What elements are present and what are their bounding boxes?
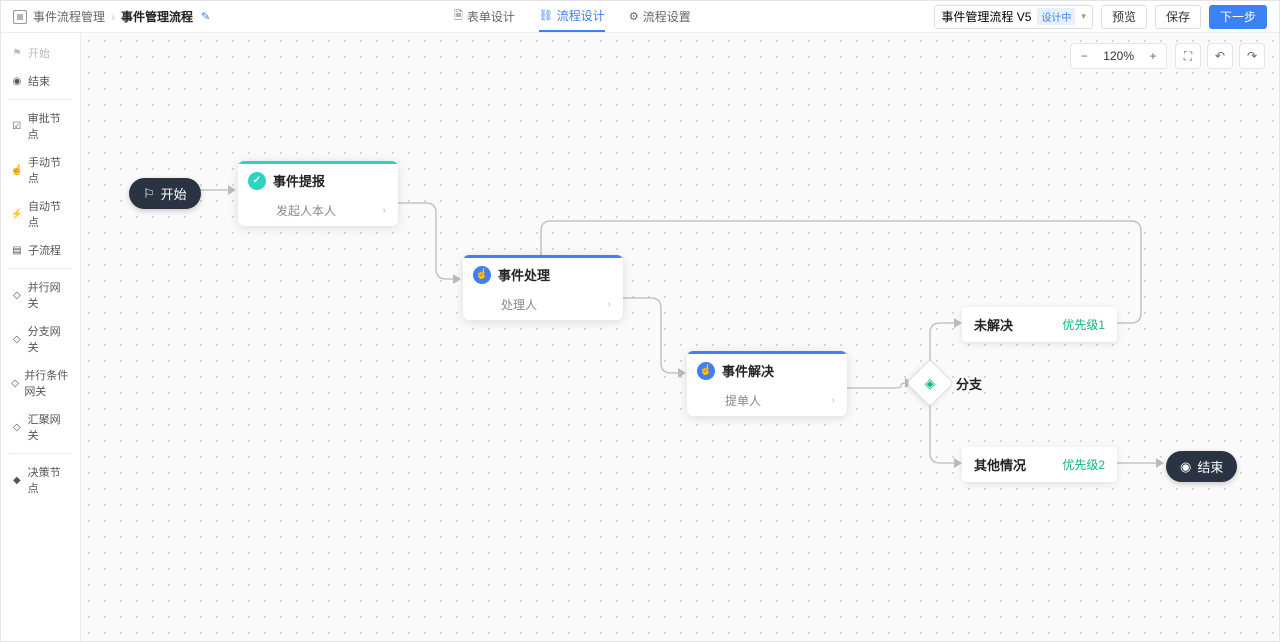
zoom-control: − 120% + [1070,43,1167,69]
undo-button[interactable]: ↶ [1207,43,1233,69]
target-icon: ◉ [11,75,23,87]
palette-branch[interactable]: ◇分支网关 [1,317,80,361]
palette-parallel-cond[interactable]: ◇并行条件网关 [1,361,80,405]
branch-other[interactable]: 其他情况 优先级2 [962,447,1117,482]
tab-form-design[interactable]: 🗎表单设计 [454,1,515,32]
save-button[interactable]: 保存 [1155,5,1201,29]
breadcrumb: ▦ 事件流程管理 › 事件管理流程 ✎ [13,8,210,25]
palette-subflow[interactable]: ▤子流程 [1,236,80,264]
palette-approval[interactable]: ☑审批节点 [1,104,80,148]
hand-icon: ☝ [473,266,491,284]
redo-button[interactable]: ↷ [1239,43,1265,69]
chevron-down-icon: ▾ [1081,11,1086,22]
node-event-handle[interactable]: ☝事件处理 处理人› [463,255,623,320]
diamond-icon: ◆ [11,474,23,486]
flow-canvas[interactable]: − 120% + ⛶ ↶ ↷ ⚐开始 [81,33,1279,641]
palette-decision[interactable]: ◆决策节点 [1,458,80,502]
auto-icon: ⚡ [11,208,23,220]
breadcrumb-root[interactable]: 事件流程管理 [33,8,105,25]
zoom-in-button[interactable]: + [1140,44,1166,68]
tab-flow-config[interactable]: ⚙流程设置 [629,1,691,32]
header-tabs: 🗎表单设计 ⛓流程设计 ⚙流程设置 [454,1,691,32]
palette-start[interactable]: ⚑开始 [1,39,80,67]
edit-icon[interactable]: ✎ [201,10,210,23]
app-icon: ▦ [13,10,27,24]
palette-parallel[interactable]: ◇并行网关 [1,273,80,317]
palette-manual[interactable]: ☝手动节点 [1,148,80,192]
diamond-icon: ◇ [11,377,19,389]
node-event-resolve[interactable]: ☝事件解决 提单人› [687,351,847,416]
hand-icon: ☝ [697,362,715,380]
chevron-right-icon: › [383,205,386,216]
next-button[interactable]: 下一步 [1209,5,1267,29]
divider [9,453,72,454]
branch-unresolved[interactable]: 未解决 优先级1 [962,307,1117,342]
start-node[interactable]: ⚐开始 [129,178,201,209]
branch-icon: ◈ [925,375,936,392]
form-icon: 🗎 [454,7,463,26]
chevron-right-icon: › [608,299,611,310]
diamond-icon: ◇ [11,289,23,301]
diamond-icon: ◇ [11,333,23,345]
target-icon: ◉ [1180,459,1191,475]
approval-icon: ☑ [11,120,23,132]
preview-button[interactable]: 预览 [1101,5,1147,29]
flag-icon: ⚐ [143,186,155,202]
version-selector[interactable]: 事件管理流程 V5 设计中 ▾ [934,5,1093,29]
flag-icon: ⚑ [11,47,23,59]
divider [9,268,72,269]
palette-converge[interactable]: ◇汇聚网关 [1,405,80,449]
end-node[interactable]: ◉结束 [1166,451,1237,482]
check-icon: ✓ [248,172,266,190]
palette-end[interactable]: ◉结束 [1,67,80,95]
tab-flow-design[interactable]: ⛓流程设计 [539,1,605,32]
zoom-value: 120% [1097,49,1140,63]
palette-auto[interactable]: ⚡自动节点 [1,192,80,236]
version-status: 设计中 [1037,8,1075,25]
diamond-icon: ◇ [11,421,23,433]
chevron-right-icon: › [832,395,835,406]
node-palette: ⚑开始 ◉结束 ☑审批节点 ☝手动节点 ⚡自动节点 ▤子流程 ◇并行网关 ◇分支… [1,33,81,641]
hand-icon: ☝ [11,164,23,176]
breadcrumb-current: 事件管理流程 [121,8,193,25]
node-event-report[interactable]: ✓事件提报 发起人本人› [238,161,398,226]
version-name: 事件管理流程 V5 [941,8,1031,25]
branch-gateway[interactable]: ◈ 分支 [906,359,954,407]
divider [9,99,72,100]
chevron-right-icon: › [111,10,115,24]
subflow-icon: ▤ [11,244,23,256]
gear-icon: ⚙ [629,10,639,23]
flow-icon: ⛓ [539,9,553,22]
zoom-out-button[interactable]: − [1071,44,1097,68]
fit-button[interactable]: ⛶ [1175,43,1201,69]
